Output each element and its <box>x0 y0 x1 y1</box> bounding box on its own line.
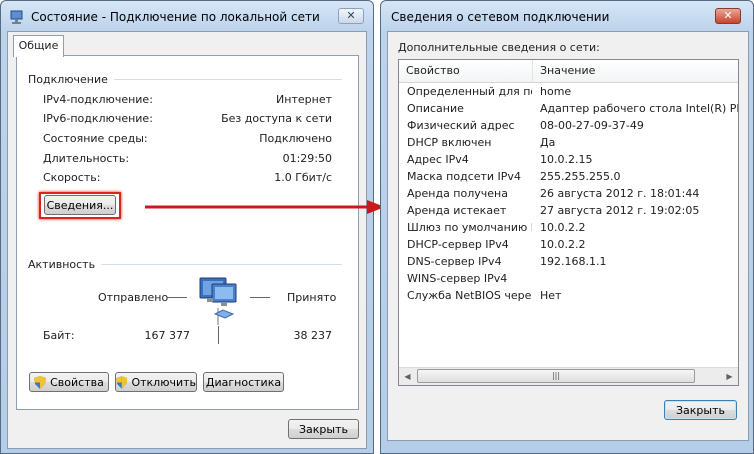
value-cell: 255.255.255.0 <box>540 170 621 183</box>
ipv6-label: IPv6-подключение: <box>43 112 153 125</box>
property-cell: Определенный для по... <box>407 85 532 98</box>
property-cell: Описание <box>407 102 464 115</box>
duration-label: Длительность: <box>43 152 130 165</box>
properties-button[interactable]: Свойства <box>29 372 109 392</box>
list-item[interactable]: Физический адрес 08-00-27-09-37-49 <box>399 118 738 135</box>
sent-label: Отправлено <box>98 291 169 304</box>
property-cell: DNS-сервер IPv4 <box>407 255 502 268</box>
ipv4-label: IPv4-подключение: <box>43 93 153 106</box>
network-icon <box>10 10 23 24</box>
media-state-label: Состояние среды: <box>43 132 148 145</box>
status-window-title: Состояние - Подключение по локальной сет… <box>31 10 320 24</box>
media-state-value: Подключено <box>259 132 332 145</box>
details-button[interactable]: Сведения... <box>44 195 116 215</box>
property-cell: DHCP включен <box>407 136 492 149</box>
speed-label: Скорость: <box>43 171 101 184</box>
list-header: Свойство Значение <box>399 60 738 83</box>
list-item[interactable]: Аренда получена 26 августа 2012 г. 18:01:… <box>399 186 738 203</box>
speed-value: 1.0 Гбит/с <box>274 171 332 184</box>
list-item[interactable]: Шлюз по умолчанию IP... 10.0.2.2 <box>399 220 738 237</box>
value-cell: 27 августа 2012 г. 19:02:05 <box>540 204 700 217</box>
property-cell: DHCP-сервер IPv4 <box>407 238 509 251</box>
horizontal-scrollbar[interactable]: ◀ ||| ▶ <box>399 367 738 385</box>
bytes-label: Байт: <box>43 329 75 342</box>
ipv4-value: Интернет <box>276 93 332 106</box>
status-close-icon[interactable]: ✕ <box>338 8 364 24</box>
value-cell: 192.168.1.1 <box>540 255 607 268</box>
column-separator[interactable] <box>532 60 533 82</box>
bytes-divider <box>218 326 219 344</box>
disable-button[interactable]: Отключить <box>115 372 197 392</box>
details-caption: Дополнительные сведения о сети: <box>398 41 600 54</box>
list-item[interactable]: Определенный для по... home <box>399 84 738 101</box>
list-item[interactable]: DHCP-сервер IPv4 10.0.2.2 <box>399 237 738 254</box>
scroll-right-icon[interactable]: ▶ <box>721 368 738 385</box>
details-window-title: Сведения о сетевом подключении <box>391 10 610 24</box>
property-cell: Шлюз по умолчанию IP... <box>407 221 532 234</box>
value-cell: 10.0.2.2 <box>540 221 586 234</box>
arrow-icon <box>145 200 385 214</box>
ipv6-value: Без доступа к сети <box>221 112 332 125</box>
property-cell: Адрес IPv4 <box>407 153 469 166</box>
value-cell: 26 августа 2012 г. 18:01:44 <box>540 187 700 200</box>
property-cell: Аренда истекает <box>407 204 507 217</box>
property-cell: Аренда получена <box>407 187 508 200</box>
value-cell: home <box>540 85 572 98</box>
received-label: Принято <box>287 291 337 304</box>
value-cell: 10.0.2.15 <box>540 153 593 166</box>
list-item[interactable]: Аренда истекает 27 августа 2012 г. 19:02:… <box>399 203 738 220</box>
bytes-received-value: 38 237 <box>293 329 333 342</box>
property-cell: WINS-сервер IPv4 <box>407 272 508 285</box>
tab-general[interactable]: Общие <box>13 35 64 57</box>
value-cell: 08-00-27-09-37-49 <box>540 119 644 132</box>
value-cell: Адаптер рабочего стола Intel(R) PRO/1 <box>540 102 738 115</box>
list-item[interactable]: Адрес IPv4 10.0.2.15 <box>399 152 738 169</box>
bytes-sent-value: 167 377 <box>144 329 191 342</box>
received-line <box>250 297 270 298</box>
status-close-button[interactable]: Закрыть <box>288 419 359 439</box>
scroll-left-icon[interactable]: ◀ <box>399 368 416 385</box>
shield-icon <box>34 375 47 389</box>
details-list[interactable]: Свойство Значение Определенный для по...… <box>398 59 739 386</box>
duration-value: 01:29:50 <box>282 152 332 165</box>
list-item[interactable]: Описание Адаптер рабочего стола Intel(R) … <box>399 101 738 118</box>
column-header-value[interactable]: Значение <box>540 64 595 77</box>
connection-group-label: Подключение <box>28 73 114 86</box>
value-cell: Нет <box>540 289 562 302</box>
property-cell: Маска подсети IPv4 <box>407 170 521 183</box>
details-close-icon[interactable]: ✕ <box>715 8 741 24</box>
list-item[interactable]: Служба NetBIOS через... Нет <box>399 288 738 305</box>
value-cell: Да <box>540 136 556 149</box>
shield-icon <box>116 375 128 389</box>
details-titlebar[interactable]: Сведения о сетевом подключении ✕ <box>381 1 753 31</box>
properties-button-label: Свойства <box>50 375 104 389</box>
status-titlebar[interactable]: Состояние - Подключение по локальной сет… <box>1 1 373 31</box>
scroll-thumb[interactable]: ||| <box>417 369 695 383</box>
list-item[interactable]: DNS-сервер IPv4 192.168.1.1 <box>399 254 738 271</box>
list-item[interactable]: Маска подсети IPv4 255.255.255.0 <box>399 169 738 186</box>
property-cell: Служба NetBIOS через... <box>407 289 532 302</box>
column-header-property[interactable]: Свойство <box>406 64 460 77</box>
activity-group-label: Активность <box>28 258 102 271</box>
general-tab-panel <box>16 55 359 410</box>
details-close-button[interactable]: Закрыть <box>664 400 737 420</box>
property-cell: Физический адрес <box>407 119 515 132</box>
list-item[interactable]: WINS-сервер IPv4 <box>399 271 738 288</box>
disable-button-label: Отключить <box>131 375 196 389</box>
sent-line <box>167 297 187 298</box>
list-item[interactable]: DHCP включен Да <box>399 135 738 152</box>
network-activity-icon <box>199 277 237 325</box>
diagnose-button[interactable]: Диагностика <box>203 372 284 392</box>
value-cell: 10.0.2.2 <box>540 238 586 251</box>
